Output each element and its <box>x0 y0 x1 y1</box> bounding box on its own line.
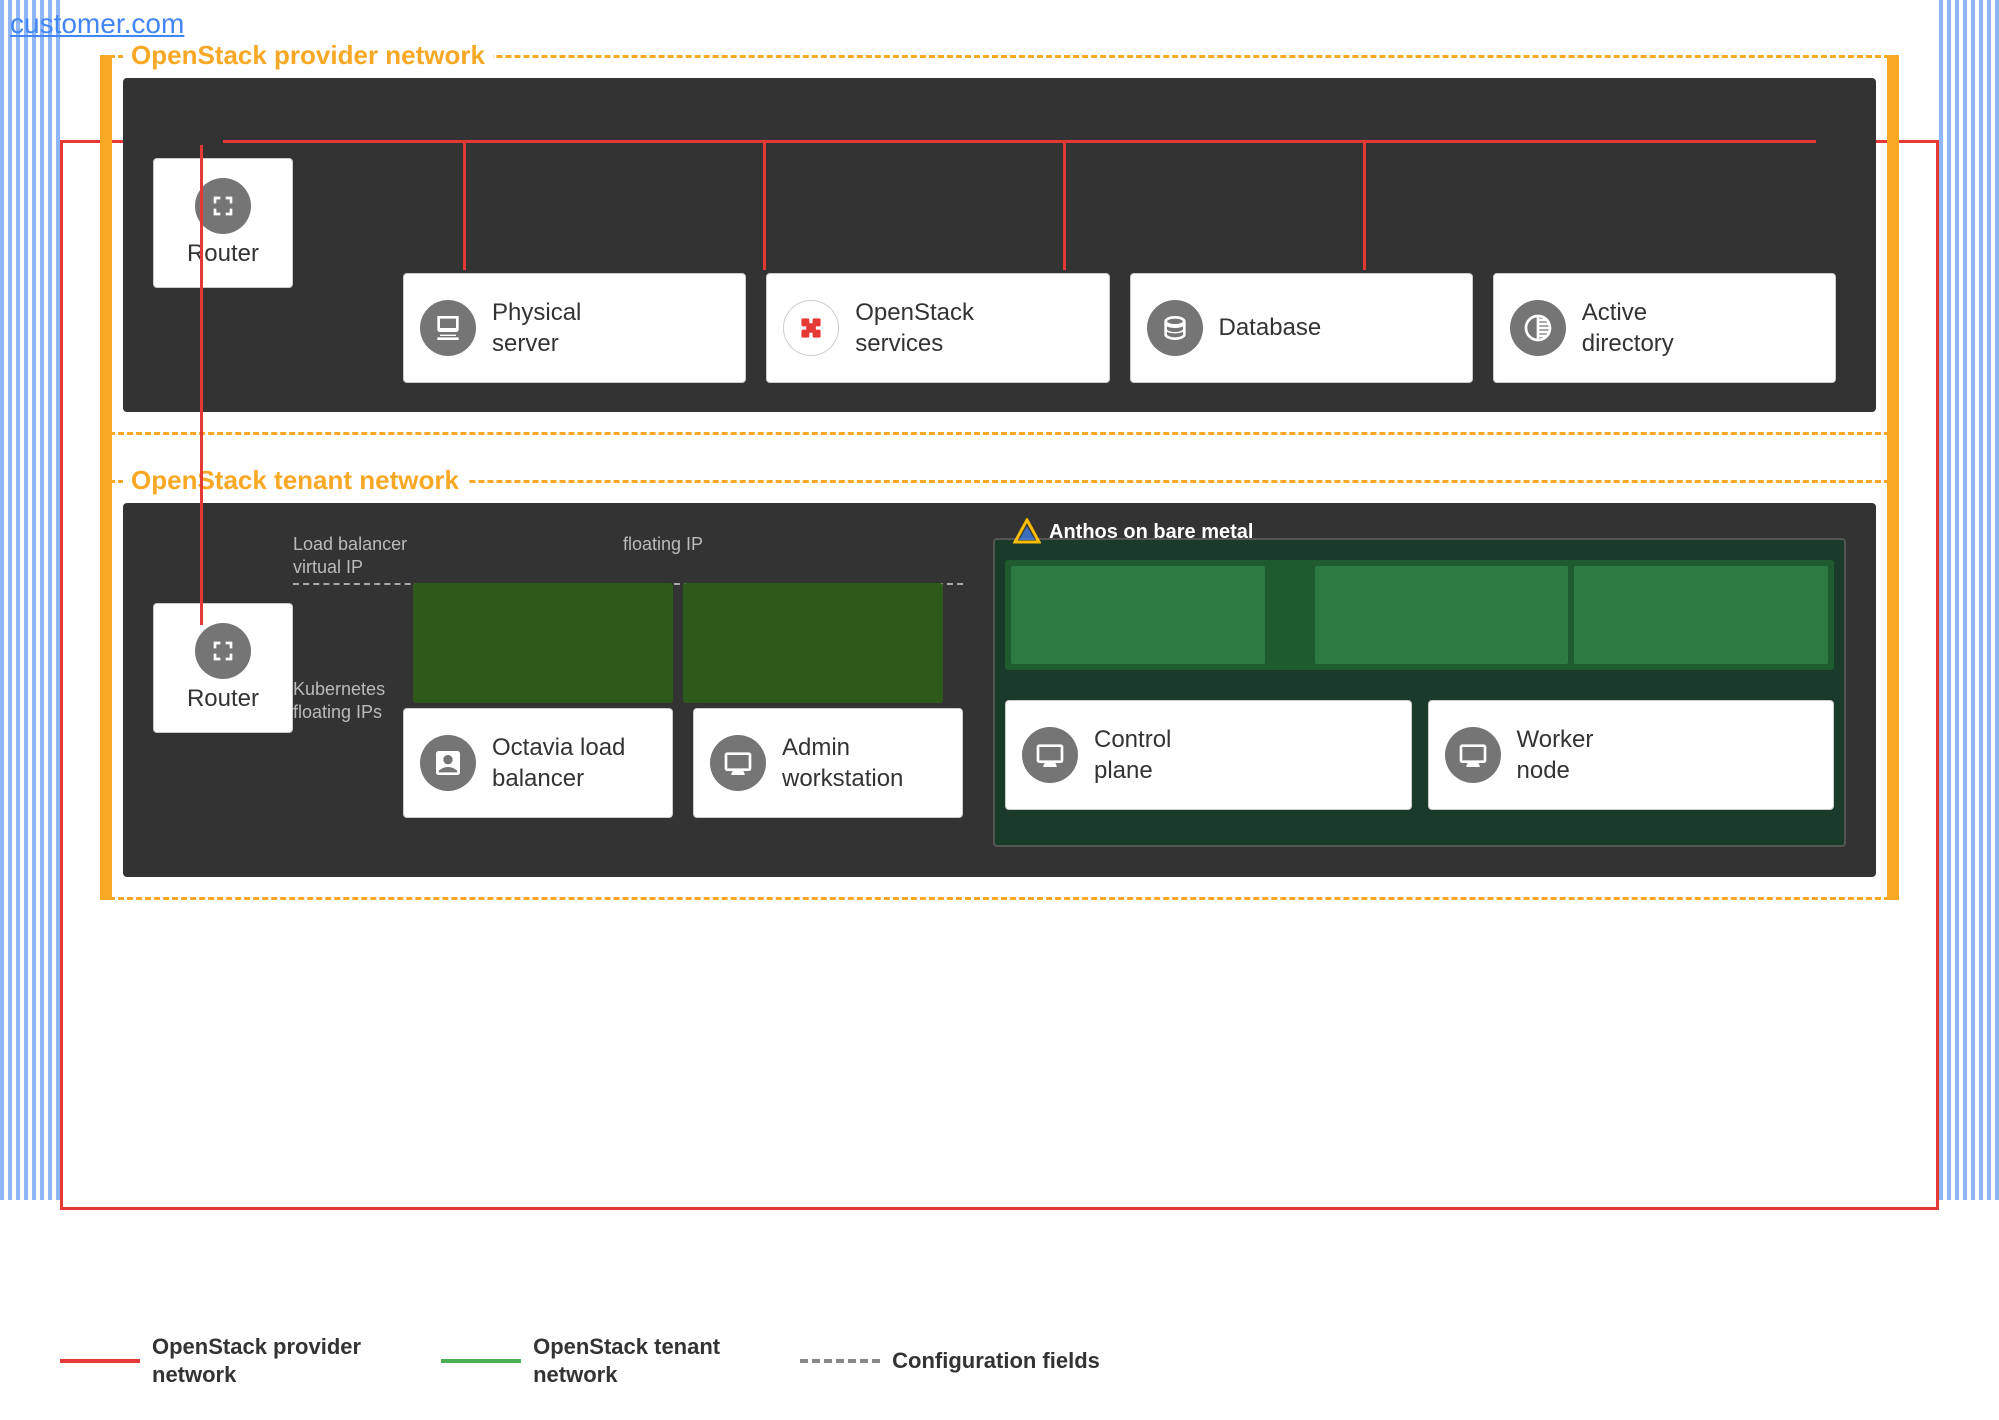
legend-tenant-line <box>441 1359 521 1363</box>
tenant-network-container: OpenStack tenant network Router Load bal… <box>100 480 1899 900</box>
provider-network-label: OpenStack provider network <box>123 40 493 71</box>
compute-icon-worker <box>1457 739 1489 771</box>
green-divider1 <box>1271 566 1309 664</box>
green-sub3 <box>1574 566 1828 664</box>
legend-provider-line <box>60 1359 140 1363</box>
router-provider-box: Router <box>153 158 293 288</box>
green-block-octavia <box>413 583 673 703</box>
anthos-label-text: Anthos on bare metal <box>1049 521 1253 544</box>
legend-tenant: OpenStack tenantnetwork <box>441 1333 720 1390</box>
green-sub1 <box>1011 566 1265 664</box>
provider-service-boxes: Physicalserver OpenStackse <box>403 273 1836 383</box>
active-directory-box: Activedirectory <box>1493 273 1836 383</box>
database-icon <box>1159 312 1191 344</box>
openstack-icon <box>795 312 827 344</box>
vline1 <box>463 140 466 270</box>
worker-node-icon-circle <box>1445 727 1501 783</box>
compute-icon-admin <box>722 747 754 779</box>
vline3 <box>1063 140 1066 270</box>
tenant-inner-dark: Router Load balancervirtual IP floating … <box>123 503 1876 877</box>
router-tenant-box: Router <box>153 603 293 733</box>
loadbalancer-icon <box>432 747 464 779</box>
vline2 <box>763 140 766 270</box>
active-directory-label: Activedirectory <box>1582 297 1674 359</box>
server-icon <box>432 312 464 344</box>
expand-icon <box>207 190 239 222</box>
red-left-vline <box>200 145 203 625</box>
anthos-service-boxes: Controlplane Workernode <box>1005 700 1834 810</box>
vline4 <box>1363 140 1366 270</box>
anthos-green-bar <box>1005 560 1834 670</box>
provider-inner-dark: Router Physicalserver <box>123 78 1876 412</box>
legend-config-line <box>800 1359 880 1363</box>
router-provider-label: Router <box>187 240 259 268</box>
openstack-icon-circle <box>783 300 839 356</box>
router-tenant-icon <box>195 623 251 679</box>
router-provider-icon <box>195 178 251 234</box>
legend-provider: OpenStack providernetwork <box>60 1333 361 1390</box>
compute-icon-control <box>1034 739 1066 771</box>
openstack-services-box: OpenStackservices <box>766 273 1109 383</box>
worker-node-box: Workernode <box>1428 700 1835 810</box>
k8s-floating-label: Kubernetesfloating IPs <box>293 678 385 725</box>
green-sub2 <box>1315 566 1569 664</box>
tenant-service-boxes: Octavia loadbalancer Adminworkstation <box>403 708 963 818</box>
physical-server-box: Physicalserver <box>403 273 746 383</box>
worker-node-label: Workernode <box>1517 724 1594 786</box>
legend-config-text: Configuration fields <box>892 1347 1100 1376</box>
legend-provider-text: OpenStack providernetwork <box>152 1333 361 1390</box>
control-plane-label: Controlplane <box>1094 724 1171 786</box>
customer-domain-label: customer.com <box>10 8 184 40</box>
expand-icon-tenant <box>207 635 239 667</box>
octavia-lb-box: Octavia loadbalancer <box>403 708 673 818</box>
admin-workstation-label: Adminworkstation <box>782 732 903 794</box>
octavia-icon-circle <box>420 735 476 791</box>
physical-server-icon <box>420 300 476 356</box>
database-icon-circle <box>1147 300 1203 356</box>
octavia-lb-label: Octavia loadbalancer <box>492 732 625 794</box>
floating-ip-label: floating IP <box>623 533 703 556</box>
anthos-section: Anthos on bare metal <box>993 538 1846 847</box>
provider-network-container: OpenStack provider network Router <box>100 55 1899 435</box>
control-plane-icon-circle <box>1022 727 1078 783</box>
physical-server-label: Physicalserver <box>492 297 581 359</box>
router-tenant-label: Router <box>187 685 259 713</box>
legend-config: Configuration fields <box>800 1347 1100 1376</box>
blue-border-left <box>0 0 60 1200</box>
blue-border-right <box>1939 0 1999 1200</box>
anthos-logo-icon <box>1013 518 1041 546</box>
active-directory-icon-circle <box>1510 300 1566 356</box>
main-container: customer.com OpenStack provider network … <box>0 0 1999 1420</box>
database-box: Database <box>1130 273 1473 383</box>
provider-red-hline <box>223 140 1816 143</box>
legend-tenant-text: OpenStack tenantnetwork <box>533 1333 720 1390</box>
tenant-network-label: OpenStack tenant network <box>123 465 467 496</box>
directory-icon <box>1522 312 1554 344</box>
lb-vip-label: Load balancervirtual IP <box>293 533 407 580</box>
anthos-label: Anthos on bare metal <box>1005 518 1261 546</box>
green-block-admin <box>683 583 943 703</box>
database-label: Database <box>1219 312 1322 343</box>
openstack-services-label: OpenStackservices <box>855 297 974 359</box>
control-plane-box: Controlplane <box>1005 700 1412 810</box>
legend: OpenStack providernetwork OpenStack tena… <box>60 1333 1100 1390</box>
admin-workstation-box: Adminworkstation <box>693 708 963 818</box>
admin-workstation-icon-circle <box>710 735 766 791</box>
